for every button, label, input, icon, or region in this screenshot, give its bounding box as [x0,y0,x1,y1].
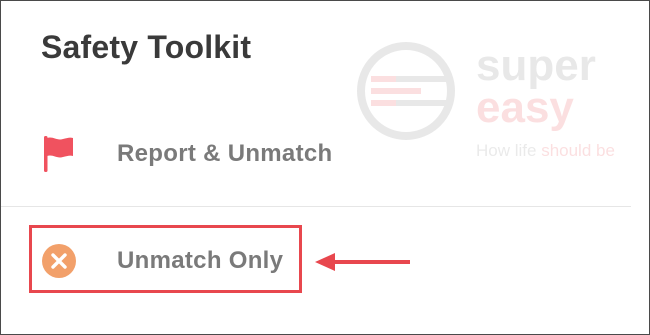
flag-icon [41,134,77,179]
page-title: Safety Toolkit [41,29,252,65]
report-and-unmatch-option[interactable]: Report & Unmatch [1,118,649,192]
divider [1,206,631,207]
highlight-box [29,225,302,293]
arrow-left-icon [315,253,410,271]
report-and-unmatch-label: Report & Unmatch [117,140,333,167]
safety-toolkit-panel: Safety Toolkit super easy How life shoul… [0,0,650,335]
